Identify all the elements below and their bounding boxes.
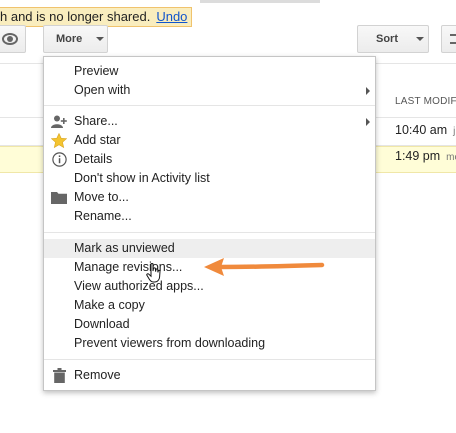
view-options-button[interactable] — [441, 25, 456, 53]
menu-item-label: Manage revisions... — [74, 260, 183, 274]
menu-item-label: Prevent viewers from downloading — [74, 336, 266, 350]
chevron-right-icon — [366, 87, 370, 95]
menu-item-dont-show-in-activity[interactable]: Don't show in Activity list — [44, 169, 375, 188]
list-view-icon — [450, 34, 456, 44]
menu-item-remove[interactable]: Remove — [44, 366, 375, 385]
more-dropdown-menu: Preview Open with Share... Add star Deta… — [43, 56, 376, 391]
menu-item-label: Download — [74, 317, 130, 331]
modified-time: 1:49 pm — [395, 149, 441, 163]
menu-item-share[interactable]: Share... — [44, 112, 375, 131]
modified-by: j — [453, 126, 456, 137]
notification-message: h and is no longer shared. — [0, 9, 151, 24]
star-icon — [51, 133, 67, 148]
menu-item-add-star[interactable]: Add star — [44, 131, 375, 150]
share-person-icon — [51, 114, 67, 129]
undo-link[interactable]: Undo — [156, 9, 187, 24]
modified-by: me — [446, 152, 456, 163]
annotation-arrow-icon — [204, 258, 325, 276]
menu-item-label: Remove — [74, 368, 121, 382]
top-divider — [200, 0, 320, 3]
trash-icon — [51, 368, 67, 383]
menu-item-details[interactable]: Details — [44, 150, 375, 169]
menu-item-label: Preview — [74, 64, 119, 78]
chevron-right-icon — [366, 118, 370, 126]
menu-item-label: Make a copy — [74, 298, 145, 312]
menu-item-open-with[interactable]: Open with — [44, 81, 375, 100]
menu-item-label: Open with — [74, 83, 131, 97]
menu-item-make-a-copy[interactable]: Make a copy — [44, 296, 375, 315]
menu-separator — [44, 359, 375, 360]
eye-icon — [2, 33, 18, 45]
table-row-time: 10:40 am j — [395, 123, 455, 137]
menu-item-label: Move to... — [74, 190, 129, 204]
menu-item-rename[interactable]: Rename... — [44, 207, 375, 226]
chevron-down-icon — [96, 37, 105, 41]
menu-item-label: Details — [74, 152, 113, 166]
menu-item-move-to[interactable]: Move to... — [44, 188, 375, 207]
menu-item-label: Mark as unviewed — [74, 241, 175, 255]
notification-bar: h and is no longer shared. Undo — [0, 7, 193, 27]
menu-item-label: Rename... — [74, 209, 132, 223]
more-button[interactable]: More — [43, 25, 108, 53]
menu-item-view-authorized-apps[interactable]: View authorized apps... — [44, 277, 375, 296]
menu-item-prevent-viewers-downloading[interactable]: Prevent viewers from downloading — [44, 334, 375, 353]
sort-button-label: Sort — [376, 33, 398, 45]
hand-cursor-icon — [146, 263, 161, 283]
menu-item-label: Add star — [74, 133, 121, 147]
menu-separator — [44, 232, 375, 233]
info-icon — [51, 152, 67, 167]
chevron-down-icon — [416, 37, 424, 41]
sort-button[interactable]: Sort — [357, 25, 429, 53]
table-row-time: 1:49 pm me — [395, 149, 456, 163]
menu-item-label: Don't show in Activity list — [74, 171, 210, 185]
modified-time: 10:40 am — [395, 123, 448, 137]
preview-button[interactable] — [0, 25, 26, 53]
menu-separator — [44, 105, 375, 106]
menu-item-preview[interactable]: Preview — [44, 62, 375, 81]
more-button-label: More — [56, 33, 83, 45]
menu-item-label: Share... — [74, 114, 118, 128]
last-modified-column-header[interactable]: LAST MODIFIED — [395, 96, 456, 107]
menu-item-label: View authorized apps... — [74, 279, 204, 293]
menu-item-download[interactable]: Download — [44, 315, 375, 334]
folder-icon — [51, 190, 67, 205]
